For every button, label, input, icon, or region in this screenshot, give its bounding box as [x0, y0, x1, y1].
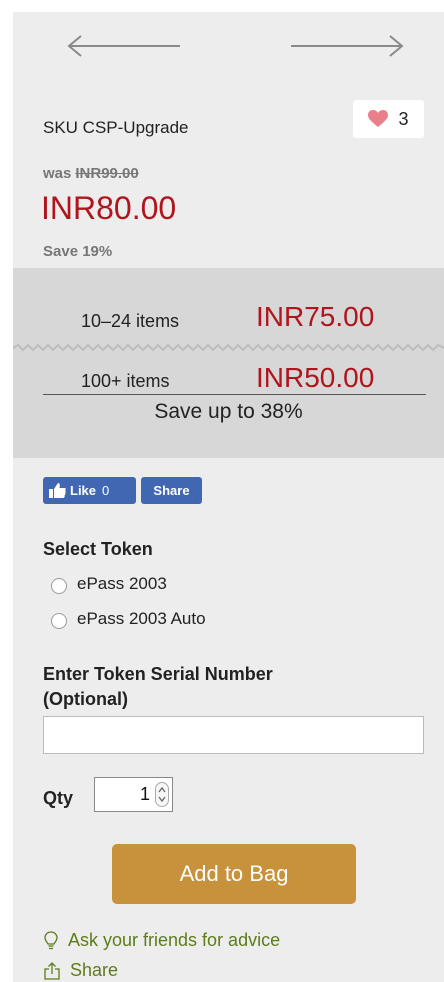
heart-icon [368, 110, 389, 127]
save-percent: Save 19% [43, 243, 113, 260]
like-label: Like [70, 483, 97, 498]
qty-value: 1 [139, 784, 150, 804]
arrow-right-icon [291, 35, 404, 57]
token-option-epass-2003[interactable]: ePass 2003 [51, 574, 167, 594]
divider [43, 394, 426, 395]
ask-friends-link[interactable]: Ask your friends for advice [44, 930, 280, 951]
tier-label: 10–24 items [81, 311, 180, 331]
share-label: Share [153, 483, 190, 498]
facebook-like-button[interactable]: Like 0 [43, 477, 136, 504]
token-option-epass-2003-auto[interactable]: ePass 2003 Auto [51, 609, 206, 629]
wishlist-count: 3 [398, 108, 409, 129]
thumbs-up-icon [49, 483, 66, 498]
tier-price: INR50.00 [256, 362, 375, 393]
add-to-bag-button[interactable]: Add to Bag [112, 844, 356, 904]
radio-label: ePass 2003 [77, 574, 167, 593]
qty-input[interactable]: 1 [94, 777, 173, 812]
current-price: INR80.00 [41, 190, 177, 226]
serial-number-title: Enter Token Serial Number (Optional) [43, 662, 343, 712]
product-panel: SKU CSP-Upgrade 3 was INR99.00 INR80.00 S… [13, 12, 444, 982]
tier-price: INR75.00 [256, 301, 375, 332]
share-label: Share [70, 960, 119, 980]
serial-title-line: Enter Token Serial Number [43, 664, 273, 684]
select-token-title: Select Token [43, 539, 153, 559]
like-count: 0 [102, 483, 110, 498]
share-link[interactable]: Share [44, 960, 118, 981]
wishlist-button[interactable]: 3 [353, 100, 424, 138]
stepper-arrows-icon [158, 786, 166, 803]
was-price: INR99.00 [75, 165, 139, 182]
tier-pricing: 10–24 items INR75.00 100+ items INR50.00… [13, 268, 444, 458]
was-label: was [43, 165, 72, 182]
prev-arrow-button[interactable] [67, 34, 182, 58]
facebook-share-button[interactable]: Share [141, 477, 202, 504]
product-sku: SKU CSP-Upgrade [43, 118, 189, 137]
serial-title-line: (Optional) [43, 689, 128, 709]
was-price-line: was INR99.00 [43, 165, 139, 182]
radio-button[interactable] [51, 613, 67, 629]
tier-label: 100+ items [81, 371, 170, 391]
lightbulb-icon [44, 930, 58, 949]
radio-label: ePass 2003 Auto [77, 609, 206, 628]
arrow-left-icon [67, 35, 180, 57]
tier-separator [13, 343, 444, 352]
next-arrow-button[interactable] [289, 34, 404, 58]
radio-button[interactable] [51, 578, 67, 594]
ask-friends-label: Ask your friends for advice [68, 930, 281, 950]
serial-number-input[interactable] [43, 716, 424, 754]
qty-label: Qty [43, 788, 74, 808]
tier-save-text: Save up to 38% [154, 400, 303, 423]
qty-stepper[interactable] [155, 782, 169, 807]
share-icon [44, 961, 60, 980]
